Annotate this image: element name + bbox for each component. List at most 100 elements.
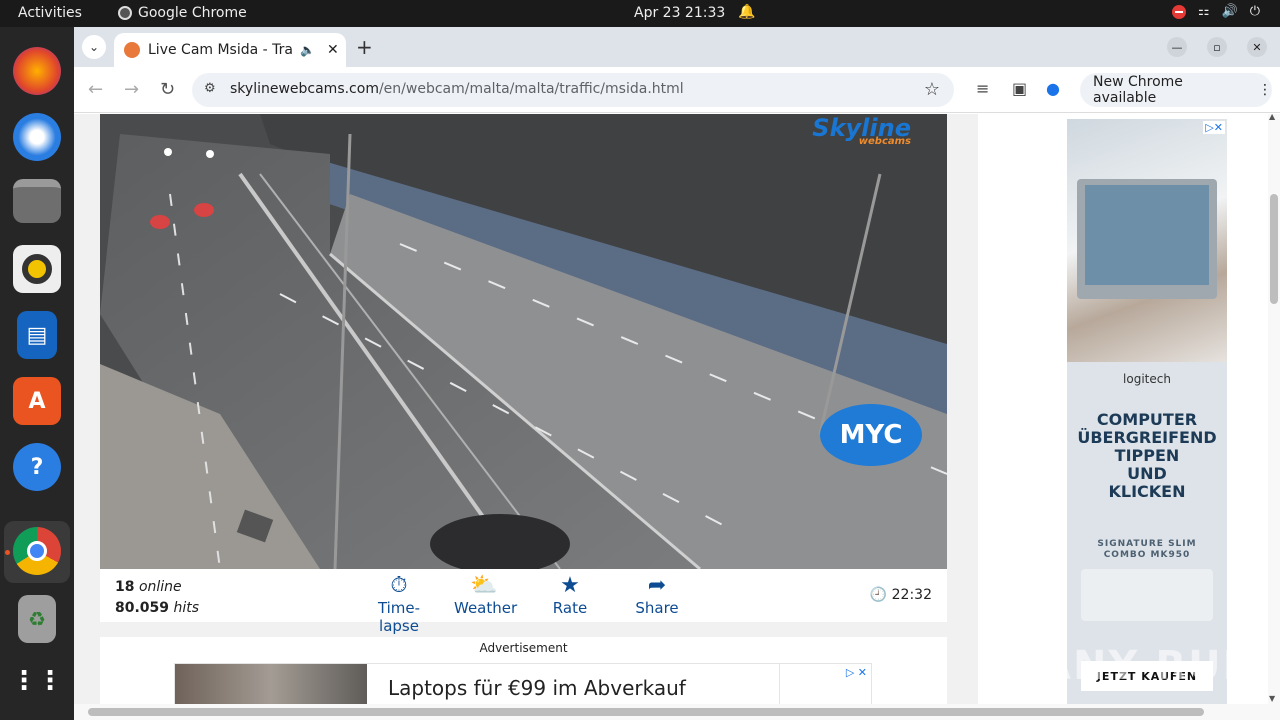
- weather-button[interactable]: ⛅ Weather: [454, 573, 518, 617]
- dock: ▤ A ? ♻ ⋮⋮: [0, 27, 74, 720]
- page-content: Skyline webcams MYC 18 online 80.059 hits…: [74, 114, 1280, 704]
- share-icon: ➦: [647, 573, 667, 598]
- online-label: online: [138, 579, 182, 595]
- help-icon[interactable]: ?: [13, 443, 61, 491]
- firefox-icon[interactable]: [13, 47, 61, 95]
- rhythmbox-icon[interactable]: [13, 245, 61, 293]
- favicon-icon: [124, 42, 140, 58]
- forward-icon[interactable]: →: [124, 79, 139, 100]
- tab-title: Live Cam Msida - Traffic: [148, 42, 292, 58]
- share-label: Share: [635, 599, 679, 617]
- webcam-info-bar: 18 online 80.059 hits ⏱ Time-lapse ⛅ Weath…: [100, 569, 947, 635]
- chrome-small-icon: [118, 6, 132, 20]
- vertical-scroll-thumb[interactable]: [1270, 194, 1278, 304]
- show-apps-icon[interactable]: ⋮⋮: [11, 657, 63, 705]
- hits-label: hits: [173, 600, 200, 616]
- scroll-down-icon[interactable]: ▼: [1269, 694, 1275, 703]
- kebab-menu-icon: ⋮: [1258, 82, 1272, 98]
- network-icon: ⚏: [1197, 4, 1210, 19]
- clock-icon: 🕘: [869, 587, 888, 603]
- share-button[interactable]: ➦ Share: [632, 573, 682, 617]
- advertisement-label: Advertisement: [479, 641, 568, 655]
- browser-toolbar: ← → ↻ ⚙ skylinewebcams.com/en/webcam/mal…: [74, 67, 1280, 113]
- site-info-icon[interactable]: ⚙: [204, 81, 216, 96]
- new-tab-icon[interactable]: +: [356, 35, 373, 59]
- scroll-up-icon[interactable]: ▲: [1269, 112, 1275, 121]
- skyline-logo: Skyline webcams: [812, 114, 911, 147]
- star-icon: ★: [560, 573, 580, 598]
- app-center-icon[interactable]: A: [13, 377, 61, 425]
- advertisement-section: Advertisement Laptops für €99 im Abverka…: [100, 637, 947, 704]
- ad-banner[interactable]: Laptops für €99 im Abverkauf ▷ ✕: [174, 663, 872, 704]
- ad-headline: COMPUTER ÜBERGREIFEND TIPPEN UND KLICKEN: [1077, 410, 1217, 501]
- sidebar-ad[interactable]: ▷✕ logitech COMPUTER ÜBERGREIFEND TIPPEN…: [1067, 119, 1227, 704]
- rate-label: Rate: [552, 599, 588, 617]
- system-tray[interactable]: ⚏ 🔊 ⏻: [1171, 4, 1260, 19]
- url-path: /en/webcam/malta/malta/traffic/msida.htm…: [378, 81, 684, 97]
- tab-active[interactable]: Live Cam Msida - Traffic 🔈 ✕: [114, 33, 346, 67]
- profile-avatar-icon[interactable]: ●: [1046, 79, 1060, 98]
- thunderbird-icon[interactable]: [13, 113, 61, 161]
- camera-view: [100, 114, 947, 569]
- local-time: 🕘 22:32: [870, 587, 932, 603]
- ad-image: [175, 664, 367, 704]
- ad-divider: [779, 664, 780, 704]
- volume-icon: 🔊: [1221, 4, 1238, 19]
- rate-button[interactable]: ★ Rate: [546, 573, 594, 617]
- side-panel-icon[interactable]: ▣: [1012, 79, 1027, 98]
- app-menu[interactable]: Google Chrome: [118, 5, 247, 21]
- update-chrome-button[interactable]: New Chrome available ⋮: [1080, 73, 1272, 107]
- chevron-down-icon: ⌄: [88, 40, 100, 54]
- local-time-value: 22:32: [891, 587, 932, 603]
- ad-banner-text: Laptops für €99 im Abverkauf: [388, 676, 686, 700]
- audio-playing-icon[interactable]: 🔈: [300, 43, 315, 57]
- adchoices-icon-side[interactable]: ▷✕: [1203, 121, 1225, 134]
- ad-product: SIGNATURE SLIM COMBO MK950: [1097, 539, 1197, 560]
- back-icon[interactable]: ←: [88, 79, 103, 100]
- reload-icon[interactable]: ↻: [160, 79, 175, 100]
- vertical-scrollbar[interactable]: ▲ ▼: [1268, 112, 1280, 704]
- timelapse-label: Time-lapse: [377, 599, 421, 635]
- maximize-icon[interactable]: ▫: [1207, 37, 1227, 57]
- sidebar-column: ▷✕ logitech COMPUTER ÜBERGREIFEND TIPPEN…: [978, 114, 1280, 704]
- timelapse-button[interactable]: ⏱ Time-lapse: [361, 573, 437, 635]
- recording-indicator-icon: [1171, 4, 1186, 19]
- update-label: New Chrome available: [1093, 74, 1183, 106]
- minimize-icon[interactable]: —: [1167, 37, 1187, 57]
- online-count: 18: [115, 579, 135, 595]
- chrome-icon[interactable]: [13, 527, 61, 575]
- power-icon: ⏻: [1249, 4, 1260, 19]
- stats: 18 online 80.059 hits: [115, 577, 199, 619]
- clock[interactable]: Apr 23 21:33: [634, 5, 725, 21]
- app-name: Google Chrome: [138, 5, 247, 21]
- ad-brand: logitech: [1123, 372, 1171, 386]
- ad-laptop-screen: [1085, 185, 1209, 285]
- url-text: skylinewebcams.com/en/webcam/malta/malta…: [230, 81, 684, 97]
- myc-logo: MYC: [820, 404, 922, 466]
- address-bar[interactable]: ⚙ skylinewebcams.com/en/webcam/malta/mal…: [192, 73, 954, 107]
- trash-icon[interactable]: ♻: [18, 595, 56, 643]
- writer-icon[interactable]: ▤: [17, 311, 57, 359]
- ad-keyboard-image: [1081, 569, 1213, 621]
- weather-icon: ⛅: [470, 573, 498, 598]
- hits-count: 80.059: [115, 600, 170, 616]
- horizontal-scrollbar[interactable]: [74, 704, 1280, 720]
- browser-window: ⌄ Live Cam Msida - Traffic 🔈 ✕ + — ▫ ✕ ←…: [74, 27, 1280, 720]
- main-column: Skyline webcams MYC 18 online 80.059 hits…: [100, 114, 947, 704]
- tab-strip: ⌄ Live Cam Msida - Traffic 🔈 ✕ + — ▫ ✕: [74, 27, 1280, 67]
- weather-label: Weather: [454, 599, 518, 617]
- anyrun-watermark: ANY RUN: [1040, 643, 1259, 689]
- notification-bell-icon: 🔔: [738, 4, 756, 20]
- horizontal-scroll-thumb[interactable]: [88, 708, 1204, 716]
- close-window-icon[interactable]: ✕: [1247, 37, 1267, 57]
- url-host: skylinewebcams.com: [230, 81, 379, 97]
- files-icon[interactable]: [13, 179, 61, 223]
- adchoices-icon[interactable]: ▷ ✕: [846, 666, 867, 679]
- close-tab-icon[interactable]: ✕: [327, 42, 339, 58]
- activities-button[interactable]: Activities: [18, 5, 82, 21]
- bookmark-star-icon[interactable]: ☆: [924, 79, 940, 100]
- webcam-stream[interactable]: Skyline webcams MYC: [100, 114, 947, 569]
- media-control-icon[interactable]: ≡: [976, 79, 989, 98]
- tab-search-button[interactable]: ⌄: [82, 35, 106, 59]
- dock-running-indicator: [5, 550, 10, 555]
